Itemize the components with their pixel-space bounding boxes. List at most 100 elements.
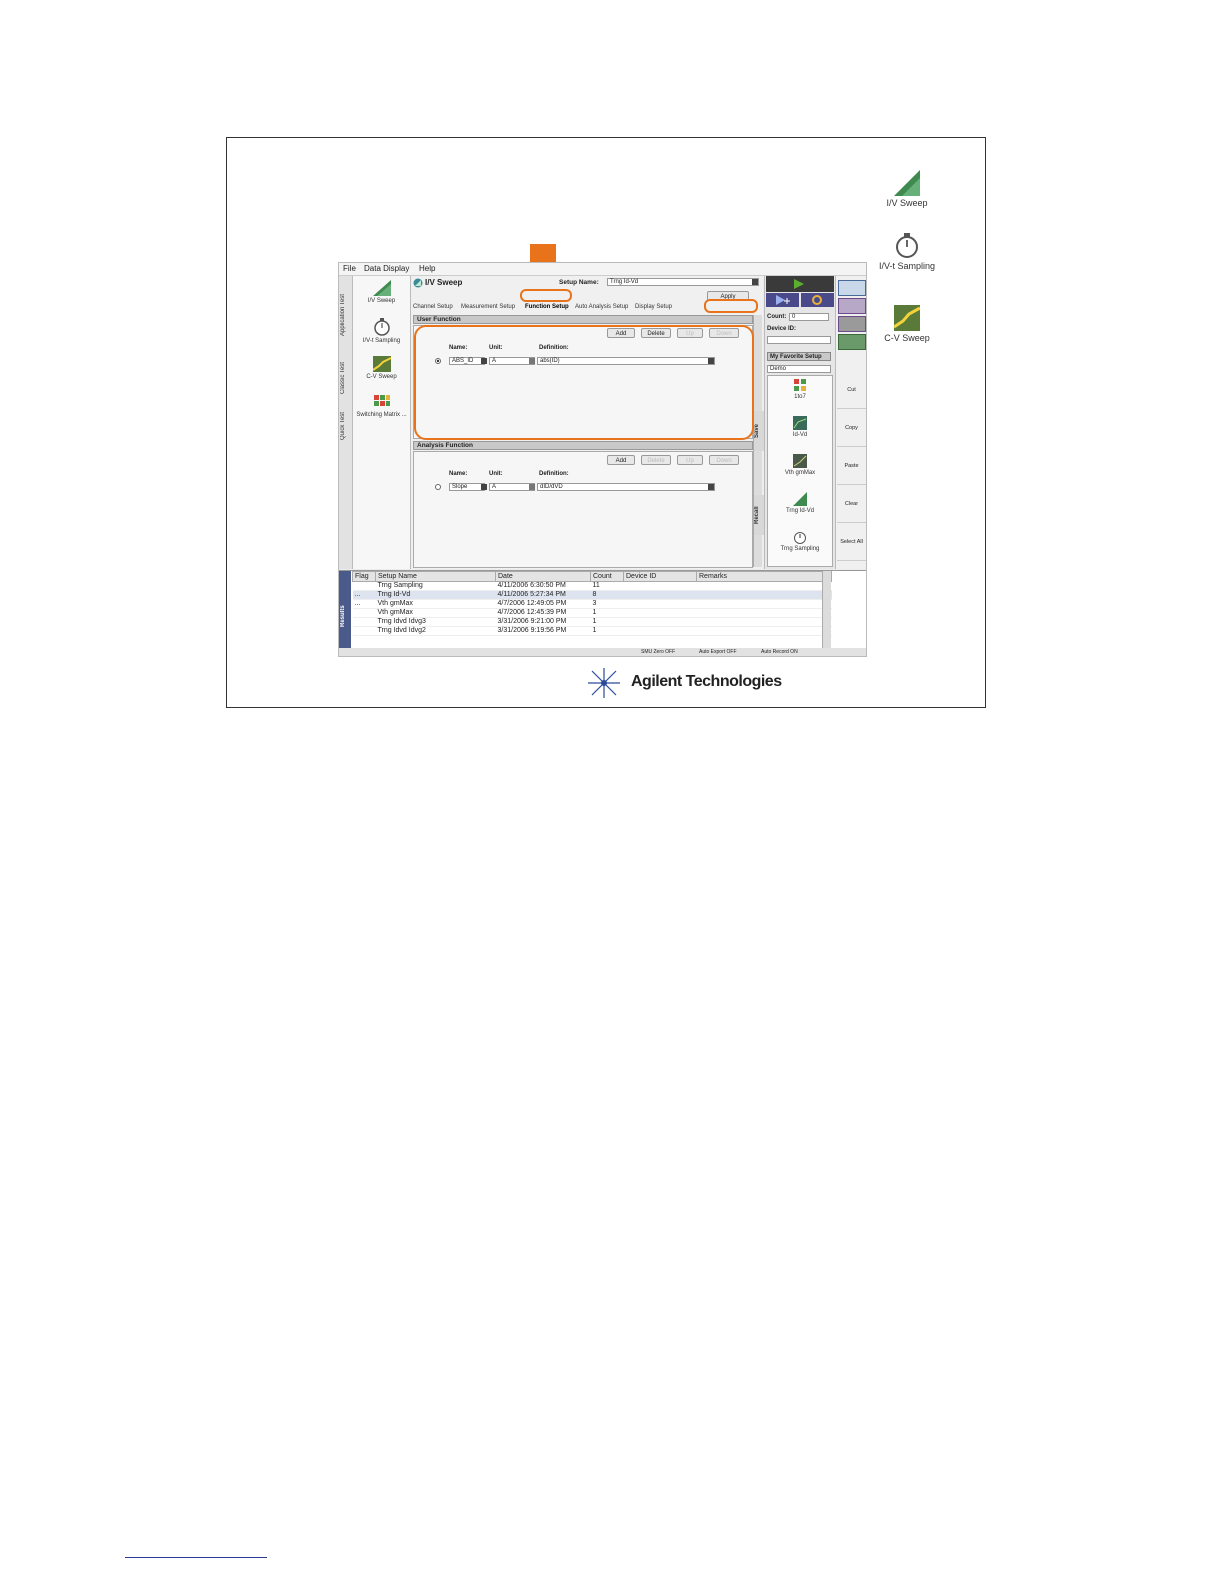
desktop-icon-iv-t-sampling[interactable]: I/V-t Sampling	[872, 233, 942, 271]
play-icon	[794, 279, 804, 289]
iv-sweep-icon	[894, 170, 920, 196]
table-row[interactable]: ... Trng Id-Vd 4/11/2006 5:27:34 PM 8	[352, 590, 832, 600]
cut-button[interactable]: Cut	[837, 372, 866, 409]
setup-name-input[interactable]: Trng Id-Vd	[607, 278, 759, 286]
tab-measurement-setup[interactable]: Measurement Setup	[461, 304, 515, 310]
copy-button[interactable]: Copy	[837, 410, 866, 447]
analysis-up-button[interactable]: Up	[677, 455, 703, 465]
function-button-strip: Cut Copy Paste Clear Select All	[835, 276, 866, 569]
tab-channel-setup[interactable]: Channel Setup	[413, 304, 453, 310]
favorite-item-vth-gmmax[interactable]: Vth gmMax	[771, 454, 829, 476]
clear-button[interactable]: Clear	[837, 486, 866, 523]
easyexpert-window: File Data Display Help Application Test …	[338, 262, 867, 657]
highlight-apply-button	[704, 299, 758, 313]
analysis-delete-button[interactable]: Delete	[641, 455, 671, 465]
status-bar: SMU Zero OFF Auto Export OFF Auto Record…	[339, 648, 866, 656]
app-iv-t-sampling[interactable]: I/V-t Sampling	[355, 318, 408, 344]
col-date[interactable]: Date	[495, 571, 591, 582]
view-mode-button-4[interactable]	[838, 334, 866, 350]
setup-name-dropdown-icon[interactable]	[752, 279, 758, 285]
count-input[interactable]: 0	[789, 313, 829, 321]
status-auto-export[interactable]: Auto Export OFF	[699, 649, 737, 655]
app-cv-sweep[interactable]: C-V Sweep	[355, 356, 408, 380]
status-auto-record[interactable]: Auto Record ON	[761, 649, 798, 655]
view-mode-button-1[interactable]	[838, 280, 866, 296]
analysis-function-header: Analysis Function	[413, 441, 753, 450]
favorite-item-trng-id-vd[interactable]: Trng Id-Vd	[771, 492, 829, 514]
tab-classic-test[interactable]: Classic Test	[340, 354, 351, 402]
col-flag[interactable]: Flag	[352, 571, 376, 582]
save-side-tab[interactable]: Save	[754, 411, 764, 451]
col-setup-name[interactable]: Setup Name	[375, 571, 496, 582]
table-row[interactable]: Trng Idvd Idvg2 3/31/2006 9:19:56 PM 1	[352, 626, 832, 636]
favorite-item-id-vd[interactable]: Id-Vd	[771, 416, 829, 438]
highlight-function-setup-tab	[520, 289, 572, 302]
iv-sweep-icon	[372, 280, 391, 296]
analysis-down-button[interactable]: Down	[709, 455, 739, 465]
results-side-tab[interactable]: Results	[339, 571, 351, 649]
favorite-category-select[interactable]: Demo	[767, 365, 831, 373]
table-row[interactable]: Trng Sampling 4/11/2006 6:30:50 PM 11	[352, 581, 832, 591]
desktop-icon-cv-sweep[interactable]: C-V Sweep	[872, 305, 942, 343]
analysis-row-radio[interactable]	[435, 484, 441, 490]
stopwatch-icon	[373, 318, 390, 336]
view-mode-button-2[interactable]	[838, 298, 866, 314]
analysis-definition-input[interactable]: dID/dVD	[537, 483, 715, 491]
analysis-unit-label: Unit:	[489, 471, 503, 477]
repeat-run-button[interactable]	[801, 293, 834, 307]
single-run-button[interactable]	[766, 276, 834, 292]
results-table: Flag Setup Name Date Count Device ID Rem…	[352, 571, 832, 636]
analysis-name-input[interactable]: Slope	[449, 483, 485, 491]
setup-title: I/V Sweep	[425, 278, 463, 287]
app-iv-sweep[interactable]: I/V Sweep	[355, 280, 408, 304]
stopwatch-icon	[896, 233, 918, 258]
tab-display-setup[interactable]: Display Setup	[635, 304, 672, 310]
table-row[interactable]: ... Vth gmMax 4/7/2006 12:49:05 PM 3	[352, 599, 832, 609]
results-header-row: Flag Setup Name Date Count Device ID Rem…	[352, 571, 832, 582]
table-row[interactable]: Vth gmMax 4/7/2006 12:45:39 PM 1	[352, 608, 832, 618]
results-area: Results Flag Setup Name Date Count Devic…	[339, 570, 866, 649]
results-scrollbar[interactable]	[822, 571, 831, 649]
switching-matrix-icon	[794, 379, 806, 391]
analysis-name-label: Name:	[449, 471, 468, 477]
menu-data-display[interactable]: Data Display	[364, 264, 409, 273]
favorite-item-1to7[interactable]: 1to7	[771, 378, 829, 400]
device-id-input[interactable]	[767, 336, 831, 344]
favorite-item-trng-sampling[interactable]: Trng Sampling	[771, 530, 829, 552]
menu-file[interactable]: File	[343, 264, 356, 273]
analysis-add-button[interactable]: Add	[607, 455, 635, 465]
status-smu-zero[interactable]: SMU Zero OFF	[641, 649, 675, 655]
append-run-button[interactable]	[766, 293, 799, 307]
analysis-name-dropdown-icon[interactable]	[481, 484, 487, 490]
repeat-icon	[812, 295, 822, 305]
curve-setup-icon	[793, 454, 807, 468]
append-play-icon	[776, 295, 790, 305]
recall-side-tab[interactable]: Recall	[754, 495, 764, 535]
app-switching-matrix[interactable]: Switching Matrix ...	[355, 394, 408, 418]
menu-help[interactable]: Help	[419, 264, 435, 273]
run-panel: Count: 0 Device ID: My Favorite Setup De…	[764, 276, 835, 569]
paste-button[interactable]: Paste	[837, 448, 866, 485]
cv-sweep-icon	[371, 356, 391, 372]
col-remarks[interactable]: Remarks	[696, 571, 832, 582]
analysis-definition-dropdown-icon[interactable]	[708, 484, 714, 490]
tab-auto-analysis-setup[interactable]: Auto Analysis Setup	[575, 304, 628, 310]
tab-function-setup[interactable]: Function Setup	[525, 304, 569, 310]
tab-quick-test[interactable]: Quick Test	[340, 404, 351, 449]
my-favorite-setup-header[interactable]: My Favorite Setup	[767, 352, 831, 361]
highlight-user-function-panel	[414, 325, 754, 440]
col-count[interactable]: Count	[590, 571, 624, 582]
setup-name-label: Setup Name:	[559, 279, 599, 286]
view-mode-button-3[interactable]	[838, 316, 866, 332]
analysis-unit-dropdown-icon[interactable]	[529, 484, 535, 490]
tab-application-test[interactable]: Application Test	[340, 280, 351, 350]
col-device-id[interactable]: Device ID	[623, 571, 697, 582]
desktop-icon-iv-sweep[interactable]: I/V Sweep	[872, 170, 942, 208]
category-tabs: Application Test Classic Test Quick Test	[339, 276, 353, 569]
menu-bar: File Data Display Help	[339, 263, 866, 276]
analysis-function-panel	[413, 451, 753, 568]
device-id-label: Device ID:	[767, 326, 797, 332]
select-all-button[interactable]: Select All	[837, 524, 866, 561]
table-row[interactable]: Trng Idvd Idvg3 3/31/2006 9:21:00 PM 1	[352, 617, 832, 627]
switching-matrix-icon	[373, 395, 390, 406]
